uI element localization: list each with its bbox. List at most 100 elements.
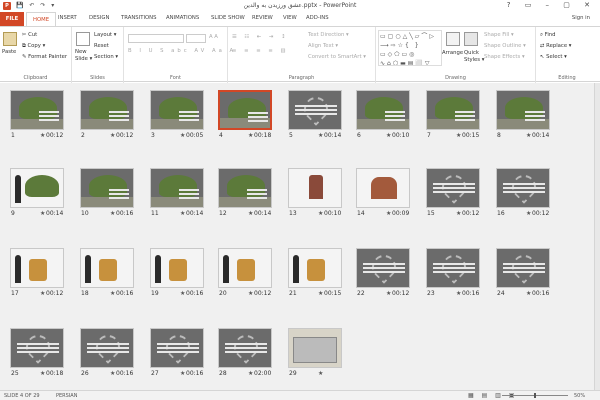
new-slide-button[interactable]: New <box>75 49 87 55</box>
slide-preview[interactable] <box>356 248 410 288</box>
slide-preview[interactable] <box>288 248 342 288</box>
slide-timing: 00:05 <box>186 132 204 139</box>
slide-preview[interactable] <box>288 328 342 368</box>
shape-effects-button[interactable]: Shape Effects ▾ <box>484 54 525 60</box>
new-slide-icon[interactable] <box>76 32 90 46</box>
slide-number: 4 <box>219 132 223 139</box>
slide-preview[interactable] <box>10 248 64 288</box>
zoom-level[interactable]: 50% <box>574 393 585 399</box>
slide-preview[interactable] <box>288 168 342 208</box>
group-label-drawing: Drawing <box>445 75 466 81</box>
layout-button[interactable]: Layout ▾ <box>94 32 116 38</box>
align-text-button[interactable]: Align Text ▾ <box>308 43 338 49</box>
slide-number: 16 <box>497 210 505 217</box>
slide-preview[interactable] <box>150 90 204 130</box>
slide-preview[interactable] <box>150 328 204 368</box>
replace-button[interactable]: ⇄ Replace ▾ <box>540 43 571 49</box>
reset-button[interactable]: Reset <box>94 43 109 49</box>
alignment-buttons[interactable]: ≡ ≡ ≡ ≡ ▥ <box>232 48 289 54</box>
section-button[interactable]: Section ▾ <box>94 54 118 60</box>
slide-preview[interactable] <box>218 328 272 368</box>
copy-button[interactable]: ⧉ Copy ▾ <box>22 43 45 50</box>
slide-number: 21 <box>289 290 297 297</box>
slide-timing: 00:12 <box>392 290 410 297</box>
animation-star-icon: ★ <box>180 132 186 139</box>
slide-preview[interactable] <box>80 328 134 368</box>
slide-preview[interactable] <box>288 90 342 130</box>
slide-preview[interactable] <box>356 168 410 208</box>
slide-preview[interactable] <box>10 328 64 368</box>
quick-styles-button[interactable]: Quick <box>464 50 479 56</box>
vertical-scrollbar[interactable] <box>594 83 600 390</box>
slide-preview[interactable] <box>80 168 134 208</box>
slide-timing: 00:14 <box>186 210 204 217</box>
slide-preview[interactable] <box>80 90 134 130</box>
slide-timing: 00:15 <box>462 132 480 139</box>
tab-file[interactable]: FILE <box>0 12 24 26</box>
select-button[interactable]: ↖ Select ▾ <box>540 54 567 60</box>
arrange-icon[interactable] <box>446 32 460 46</box>
slide-timing: 00:16 <box>116 290 134 297</box>
slide-preview[interactable] <box>496 168 550 208</box>
slide-preview[interactable] <box>10 168 64 208</box>
animation-star-icon: ★ <box>248 290 254 297</box>
language-status[interactable]: PERSIAN <box>56 393 77 399</box>
tab-home[interactable]: HOME <box>26 12 57 26</box>
text-direction-button[interactable]: Text Direction ▾ <box>308 32 349 38</box>
window-controls[interactable]: ? ▭ – ▢ ✕ <box>507 1 596 9</box>
slide-number: 28 <box>219 370 227 377</box>
slide-preview[interactable] <box>426 90 480 130</box>
format-painter-button[interactable]: ✎ Format Painter <box>22 54 67 60</box>
shape-outline-button[interactable]: Shape Outline ▾ <box>484 43 526 49</box>
slide-timing: 00:16 <box>116 210 134 217</box>
new-slide-dropdown[interactable]: Slide ▾ <box>75 56 92 62</box>
group-label-paragraph: Paragraph <box>288 75 315 81</box>
animation-star-icon: ★ <box>456 132 462 139</box>
tab-add-ins[interactable]: ADD-INS <box>306 15 329 21</box>
shape-fill-button[interactable]: Shape Fill ▾ <box>484 32 514 38</box>
tab-review[interactable]: REVIEW <box>252 15 273 21</box>
slide-timing: 00:18 <box>46 370 64 377</box>
paste-icon[interactable] <box>3 32 17 46</box>
tab-design[interactable]: DESIGN <box>89 15 109 21</box>
slide-timing: 00:12 <box>116 132 134 139</box>
zoom-slider[interactable] <box>502 393 568 398</box>
quick-styles-icon[interactable] <box>464 32 478 46</box>
zoom-slider-thumb[interactable] <box>534 393 536 398</box>
slide-timing: 00:09 <box>392 210 410 217</box>
slide-timing: 00:14 <box>254 210 272 217</box>
sign-in-link[interactable]: Sign in <box>572 15 590 21</box>
arrange-button[interactable]: Arrange <box>442 50 463 56</box>
slide-preview[interactable] <box>218 168 272 208</box>
list-indent-buttons[interactable]: ☰ ☷ ⇤ ⇥ ↕ <box>232 34 289 40</box>
slide-preview[interactable] <box>496 248 550 288</box>
slide-preview[interactable] <box>496 90 550 130</box>
select-label: Select ▾ <box>546 54 567 60</box>
slide-preview[interactable] <box>150 168 204 208</box>
group-drawing: ▭▢○△╲▱⌒▷ ⟶⇨☆{ }▭◇⬠▭◎ ∿⌂⬡▬▤⬜▽ Arrange Qui… <box>376 27 536 83</box>
tab-insert[interactable]: INSERT <box>58 15 77 21</box>
font-style-buttons[interactable]: B I U S abc AV Aa A <box>128 48 236 54</box>
slide-preview[interactable] <box>218 90 272 130</box>
slide-preview[interactable] <box>10 90 64 130</box>
slide-preview[interactable] <box>218 248 272 288</box>
font-name-field[interactable] <box>128 34 184 43</box>
quick-styles-dropdown[interactable]: Styles ▾ <box>464 57 484 63</box>
tab-slide-show[interactable]: SLIDE SHOW <box>211 15 245 21</box>
tab-transitions[interactable]: TRANSITIONS <box>121 15 157 21</box>
slide-preview[interactable] <box>426 168 480 208</box>
tab-animations[interactable]: ANIMATIONS <box>166 15 199 21</box>
grow-shrink-font-icons[interactable]: A A <box>209 34 218 40</box>
find-button[interactable]: ⌕ Find <box>540 32 556 39</box>
slide-preview[interactable] <box>150 248 204 288</box>
cut-button[interactable]: ✂ Cut <box>22 32 37 38</box>
convert-smartart-button[interactable]: Convert to SmartArt ▾ <box>308 54 366 60</box>
shapes-gallery[interactable]: ▭▢○△╲▱⌒▷ ⟶⇨☆{ }▭◇⬠▭◎ ∿⌂⬡▬▤⬜▽ <box>378 30 442 66</box>
slide-preview[interactable] <box>426 248 480 288</box>
tab-view[interactable]: VIEW <box>283 15 297 21</box>
font-size-field[interactable] <box>186 34 206 43</box>
paste-button[interactable]: Paste <box>2 49 16 55</box>
slide-timing: 00:15 <box>324 290 342 297</box>
slide-preview[interactable] <box>80 248 134 288</box>
slide-preview[interactable] <box>356 90 410 130</box>
